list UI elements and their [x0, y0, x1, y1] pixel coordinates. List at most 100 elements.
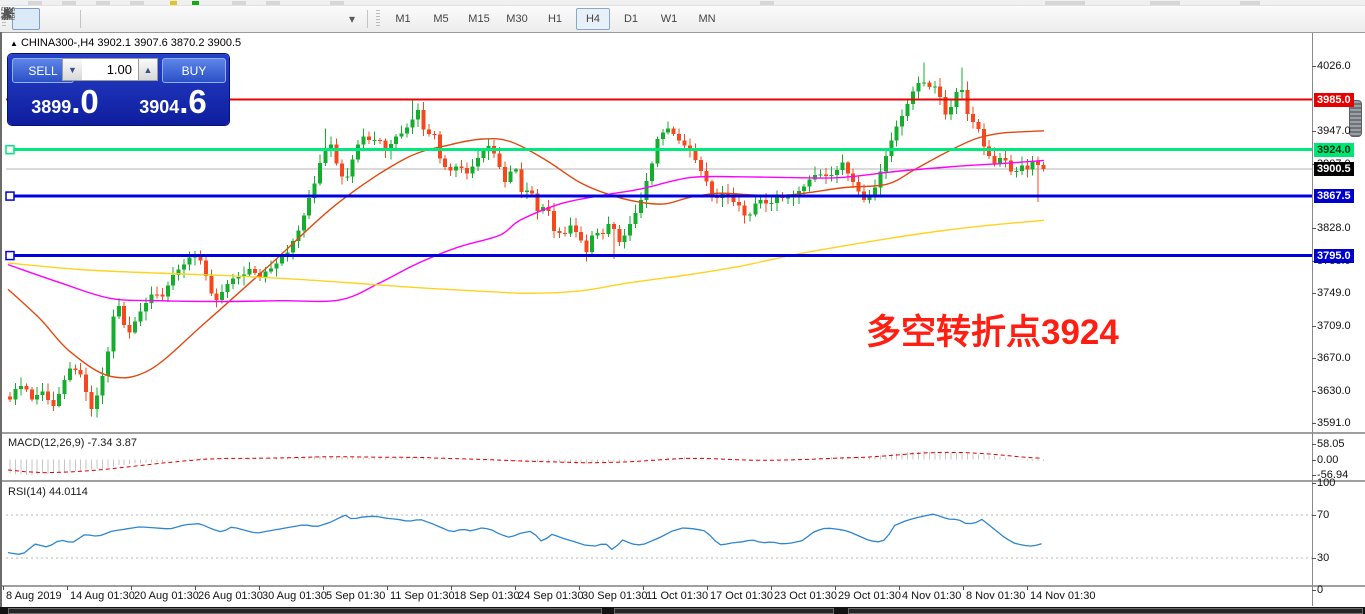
volume-input[interactable] — [82, 58, 138, 81]
fibonacci-tool-icon[interactable]: F — [217, 8, 245, 30]
candle-body — [318, 163, 322, 183]
status-strip-segment — [848, 608, 1363, 614]
time-tick — [67, 586, 68, 590]
sell-price[interactable]: 3899.0 — [12, 85, 118, 122]
toolbar-separator — [367, 10, 368, 28]
macd-axis-label: 58.05 — [1317, 438, 1345, 450]
buy-button[interactable]: BUY — [162, 58, 226, 83]
text-tool-icon[interactable]: A — [249, 8, 277, 30]
candle-body — [922, 82, 926, 83]
candle-body — [24, 386, 28, 390]
candle-body — [1042, 165, 1046, 169]
candle-body — [514, 170, 518, 172]
toolbar-separator — [80, 10, 81, 28]
candle-body — [819, 174, 823, 175]
candle-body — [568, 225, 572, 233]
horizontal-line-tool-icon[interactable] — [121, 8, 149, 30]
candle-body — [1025, 165, 1029, 169]
candle-body — [166, 285, 170, 296]
timeframe-m1-button[interactable]: M1 — [386, 8, 420, 30]
timeframe-d1-button[interactable]: D1 — [614, 8, 648, 30]
timeframe-mn-button[interactable]: MN — [690, 8, 724, 30]
time-tick — [707, 586, 708, 590]
candle-body — [302, 216, 306, 231]
pane-divider[interactable] — [2, 480, 1365, 483]
timeframe-m30-button[interactable]: M30 — [500, 8, 534, 30]
timeframe-h4-button[interactable]: H4 — [576, 8, 610, 30]
collapse-arrow-icon[interactable]: ▲ — [10, 39, 18, 48]
rsi-line — [8, 514, 1042, 554]
time-axis-label: 30 Sep 01:30 — [582, 590, 647, 602]
candle-body — [8, 396, 12, 399]
volume-increase-button[interactable]: ▲ — [138, 58, 158, 81]
chart-annotation-text: 多空转折点3924 — [866, 304, 1119, 355]
equidistant-channel-tool-icon[interactable]: E — [185, 8, 213, 30]
timeframe-h1-button[interactable]: H1 — [538, 8, 572, 30]
time-axis-label: 11 Sep 01:30 — [390, 590, 455, 602]
line-handle[interactable] — [6, 192, 14, 200]
cutoff-toolbar-icon — [192, 1, 199, 5]
crosshair-tool-icon[interactable] — [44, 8, 72, 30]
arrows-dropdown-caret[interactable]: ▾ — [345, 8, 359, 30]
status-strip-segment — [614, 608, 834, 614]
candle-body — [574, 225, 578, 231]
price-axis-label: 3828.0 — [1317, 222, 1351, 234]
candle-body — [122, 306, 126, 325]
sell-price-frac: .0 — [71, 85, 99, 119]
candle-body — [617, 229, 621, 242]
candle-body — [231, 278, 235, 284]
candle-body — [933, 86, 937, 87]
rsi-axis-label: 0 — [1317, 584, 1323, 596]
timeframe-m5-button[interactable]: M5 — [424, 8, 458, 30]
candle-body — [683, 140, 687, 145]
candle-body — [340, 164, 344, 177]
candle-body — [525, 191, 529, 192]
volume-decrease-button[interactable]: ▼ — [62, 58, 82, 81]
candle-body — [982, 129, 986, 146]
candle-body — [993, 156, 997, 164]
pane-divider[interactable] — [2, 432, 1365, 435]
candle-body — [307, 198, 311, 216]
cutoff-toolbar-icon — [1045, 1, 1085, 5]
candle-body — [171, 275, 175, 285]
candle-body — [802, 187, 806, 192]
pane-divider[interactable] — [2, 585, 1365, 588]
candle-body — [748, 215, 752, 216]
time-axis-label: 11 Oct 01:30 — [646, 590, 708, 602]
cursor-tool-icon[interactable] — [12, 8, 40, 30]
candle-body — [139, 312, 143, 322]
candle-body — [585, 241, 589, 252]
candle-body — [128, 325, 132, 332]
text-label-tool-icon[interactable]: T — [281, 8, 309, 30]
candle-body — [498, 153, 502, 167]
vertical-line-tool-icon[interactable] — [89, 8, 117, 30]
time-axis-label: 17 Oct 01:30 — [710, 590, 773, 602]
candle-body — [775, 197, 779, 203]
line-handle[interactable] — [6, 146, 14, 154]
cutoff-toolbar-icon — [266, 1, 280, 5]
candle-body — [62, 380, 66, 394]
time-tick — [195, 586, 196, 590]
cutoff-toolbar-icon — [1240, 1, 1260, 5]
toolbar-grip[interactable] — [376, 10, 380, 28]
candle-body — [427, 130, 431, 134]
timeframe-m15-button[interactable]: M15 — [462, 8, 496, 30]
candle-body — [275, 264, 279, 269]
candle-body — [606, 224, 610, 234]
time-axis-label: 23 Oct 01:30 — [774, 590, 837, 602]
rsi-axis-label: 30 — [1317, 552, 1329, 564]
candle-body — [808, 180, 812, 187]
axis-tick — [1312, 131, 1316, 132]
buy-price[interactable]: 3904.6 — [120, 85, 226, 122]
arrows-tool-icon[interactable] — [313, 8, 341, 30]
line-handle[interactable] — [6, 252, 14, 260]
candle-body — [672, 128, 676, 134]
candle-body — [759, 200, 763, 203]
candle-body — [590, 235, 594, 252]
candle-body — [476, 158, 480, 166]
timeframe-w1-button[interactable]: W1 — [652, 8, 686, 30]
candle-body — [13, 389, 17, 399]
candle-body — [742, 206, 746, 216]
time-tick — [387, 586, 388, 590]
trendline-tool-icon[interactable] — [153, 8, 181, 30]
